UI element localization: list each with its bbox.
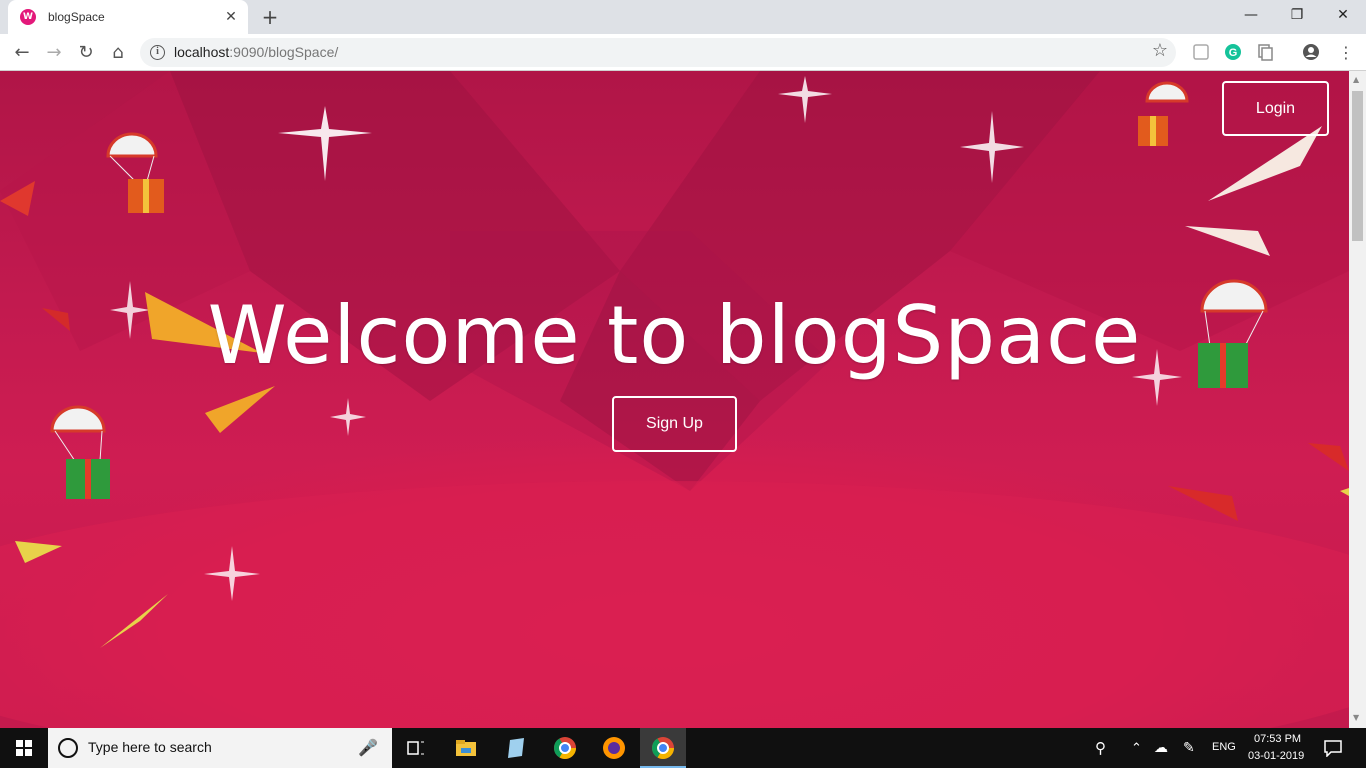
- site-info-icon[interactable]: i: [150, 45, 165, 60]
- tab-close-icon[interactable]: ✕: [222, 8, 240, 26]
- minimize-button[interactable]: —: [1228, 0, 1274, 30]
- tab-title: blogSpace: [48, 10, 105, 24]
- pen-workspace-icon[interactable]: ✎: [1183, 739, 1195, 756]
- file-explorer-icon[interactable]: [452, 734, 480, 762]
- restore-button[interactable]: ❐: [1274, 0, 1320, 30]
- grammarly-icon[interactable]: G: [1224, 43, 1242, 61]
- taskbar-search-placeholder: Type here to search: [88, 739, 212, 755]
- url-host: localhost: [174, 44, 230, 60]
- taskbar-search-box[interactable]: Type here to search 🎤: [48, 728, 392, 768]
- task-view-icon[interactable]: [402, 734, 430, 762]
- app-store-icon[interactable]: [502, 734, 530, 762]
- people-icon[interactable]: ⚲: [1095, 739, 1106, 757]
- home-button[interactable]: ⌂: [104, 39, 132, 67]
- extension-icon[interactable]: [1192, 43, 1210, 61]
- address-bar[interactable]: i localhost:9090/blogSpace/ ☆: [140, 38, 1176, 67]
- bookmark-star-icon[interactable]: ☆: [1152, 40, 1168, 61]
- hero-section: Welcome to blogSpace Login Sign Up: [0, 71, 1349, 728]
- onedrive-cloud-icon[interactable]: ☁: [1154, 739, 1168, 756]
- close-window-button[interactable]: ✕: [1320, 0, 1366, 30]
- scrollbar-thumb[interactable]: [1352, 91, 1363, 241]
- cortana-icon: [58, 738, 78, 758]
- menu-icon[interactable]: ⋮: [1332, 39, 1360, 67]
- windows-start-icon[interactable]: [0, 728, 48, 768]
- chrome-icon[interactable]: [551, 734, 579, 762]
- language-indicator[interactable]: ENG: [1212, 741, 1236, 753]
- browser-tab-strip: W blogSpace ✕ + — ❐ ✕: [0, 0, 1366, 34]
- windows-taskbar: Type here to search 🎤 ⚲ ⌃ ☁ ✎ ENG 07:53 …: [0, 728, 1366, 768]
- scroll-down-icon[interactable]: ▼: [1353, 713, 1359, 722]
- reload-button[interactable]: ↻: [72, 39, 100, 67]
- clock-time[interactable]: 07:53 PM: [1254, 733, 1301, 745]
- welcome-heading: Welcome to blogSpace: [207, 289, 1142, 382]
- action-center-notification-icon[interactable]: [1323, 739, 1343, 757]
- new-tab-button[interactable]: +: [258, 5, 282, 29]
- back-button[interactable]: ←: [8, 39, 36, 67]
- show-hidden-icons-chevron-icon[interactable]: ⌃: [1131, 740, 1142, 756]
- scroll-up-icon[interactable]: ▲: [1353, 75, 1359, 84]
- forward-button[interactable]: →: [40, 39, 68, 67]
- microphone-icon[interactable]: 🎤: [358, 738, 378, 757]
- wamp-favicon-icon: W: [20, 9, 36, 25]
- firefox-icon[interactable]: [600, 734, 628, 762]
- browser-toolbar: ← → ↻ ⌂ i localhost:9090/blogSpace/ ☆ G …: [0, 34, 1366, 71]
- copy-extension-icon[interactable]: [1256, 43, 1274, 61]
- svg-text:G: G: [1229, 47, 1238, 59]
- url-path: :9090/blogSpace/: [229, 44, 339, 60]
- profile-icon[interactable]: [1302, 43, 1320, 61]
- browser-tab[interactable]: W blogSpace ✕: [8, 0, 248, 34]
- chrome-active-icon: [652, 737, 674, 759]
- login-button[interactable]: Login: [1222, 81, 1329, 136]
- url-text[interactable]: localhost:9090/blogSpace/: [174, 44, 338, 60]
- signup-button[interactable]: Sign Up: [612, 396, 737, 452]
- active-chrome-taskbar-item[interactable]: [640, 728, 686, 768]
- clock-date[interactable]: 03-01-2019: [1248, 750, 1304, 762]
- page-scrollbar[interactable]: ▲ ▼: [1349, 71, 1366, 728]
